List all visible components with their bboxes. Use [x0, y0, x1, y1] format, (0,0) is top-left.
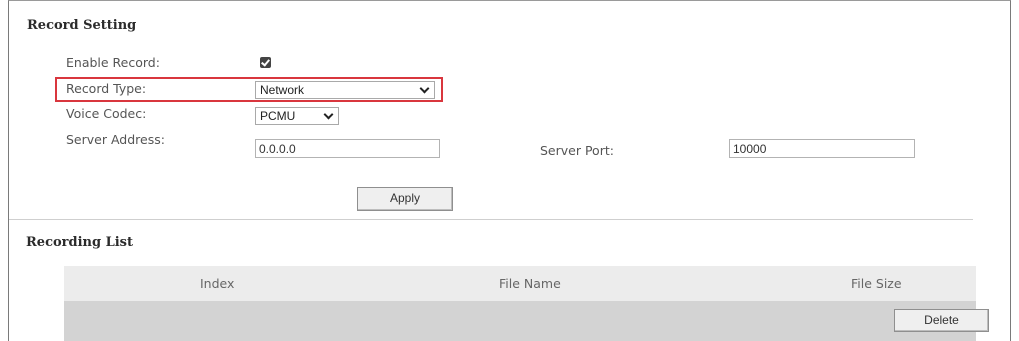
record-type-label: Record Type: — [66, 81, 147, 96]
column-header-file-size: File Size — [851, 276, 902, 291]
section-divider — [9, 219, 973, 220]
record-setting-title: Record Setting — [27, 18, 137, 33]
column-header-index: Index — [200, 276, 235, 291]
voice-codec-select[interactable]: PCMU — [255, 107, 339, 125]
record-type-value: Network — [260, 83, 305, 97]
server-address-label: Server Address: — [66, 132, 165, 147]
column-header-file-name: File Name — [499, 276, 561, 291]
chevron-down-icon — [323, 109, 334, 120]
voice-codec-value: PCMU — [260, 109, 296, 123]
voice-codec-label: Voice Codec: — [66, 106, 147, 121]
record-type-select[interactable]: Network — [255, 81, 435, 99]
enable-record-label: Enable Record: — [66, 55, 160, 70]
enable-record-checkbox[interactable] — [260, 57, 271, 68]
recording-table-actions-row — [64, 301, 976, 341]
server-port-input[interactable]: 10000 — [729, 139, 915, 158]
apply-button[interactable]: Apply — [357, 187, 453, 211]
chevron-down-icon — [419, 83, 430, 94]
delete-button[interactable]: Delete — [894, 309, 989, 332]
server-port-label: Server Port: — [540, 143, 614, 158]
server-address-input[interactable]: 0.0.0.0 — [255, 139, 440, 158]
recording-table-header: Index File Name File Size — [64, 266, 976, 301]
recording-list-title: Recording List — [26, 235, 134, 250]
